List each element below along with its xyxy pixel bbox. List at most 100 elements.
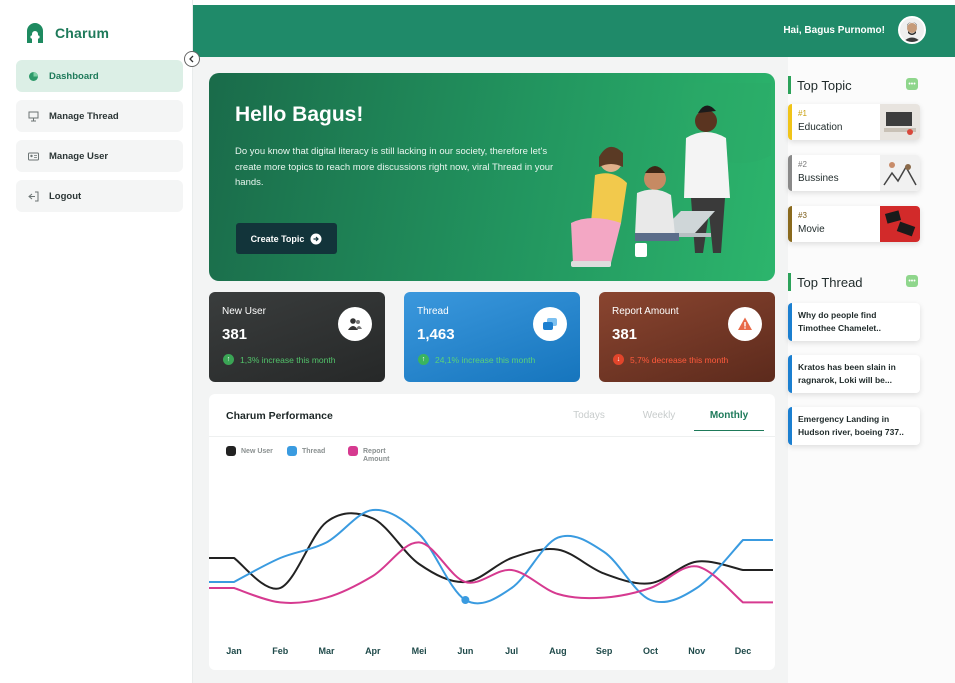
performance-title: Charum Performance: [226, 410, 333, 422]
arrow-down-icon: ↓: [613, 354, 624, 365]
charum-logo-icon: [27, 23, 43, 43]
topic-card-movie[interactable]: #3 Movie: [788, 206, 920, 242]
accent-bar: [788, 303, 792, 341]
x-tick-label: Jan: [226, 646, 242, 656]
topic-name: Bussines: [798, 173, 839, 184]
thread-card[interactable]: Kratos has been slain in ragnarok, Loki …: [788, 355, 920, 393]
sidebar-item-dashboard[interactable]: Dashboard: [16, 60, 183, 92]
top-thread-title: Top Thread: [797, 274, 863, 290]
sidebar-item-label: Logout: [49, 190, 82, 202]
top-bar: Hai, Bagus Purnomo!: [193, 5, 955, 57]
x-tick-label: Sep: [596, 646, 613, 656]
x-tick-label: Oct: [643, 646, 658, 656]
avatar[interactable]: [898, 16, 926, 44]
topic-name: Education: [798, 122, 843, 133]
legend-item-new-user[interactable]: New User: [226, 446, 275, 464]
x-tick-label: Mei: [412, 646, 427, 656]
stat-note: ↓ 5,7% decrease this month: [613, 354, 728, 365]
topic-rank: #2: [798, 160, 807, 169]
create-topic-button[interactable]: Create Topic: [236, 223, 337, 254]
performance-chart: Jan Feb Mar Apr Mei Jun Jul Aug Sep Oct Nov Dec: [209, 508, 773, 656]
series-line-new-user[interactable]: [209, 512, 773, 590]
app-root: Charum Dashboard Manage Thread Manage Us…: [0, 0, 955, 683]
accent-bar: [788, 407, 792, 445]
user-avatar-icon: [900, 18, 924, 42]
brand[interactable]: Charum: [24, 22, 109, 44]
legend-label: Report Amount: [363, 448, 390, 463]
warning-icon: [728, 307, 762, 341]
accent-bar: [788, 104, 792, 140]
thread-card[interactable]: Why do people find Timothee Chamelet..: [788, 303, 920, 341]
arrow-right-circle-icon: [310, 233, 322, 244]
more-icon[interactable]: •••: [906, 275, 918, 287]
thread-title: Emergency Landing in Hudson river, boein…: [798, 414, 904, 437]
topic-card-education[interactable]: #1 Education: [788, 104, 920, 140]
topic-name: Movie: [798, 224, 825, 235]
x-tick-label: Nov: [688, 646, 705, 656]
x-tick-label: Mar: [319, 646, 336, 656]
chat-bubbles-icon: [533, 307, 567, 341]
hero-title: Hello Bagus!: [235, 103, 364, 126]
id-card-icon: [28, 151, 39, 162]
brand-name: Charum: [55, 25, 110, 41]
thread-title: Why do people find Timothee Chamelet..: [798, 310, 881, 333]
sidebar-item-label: Manage Thread: [49, 110, 119, 122]
hero-illustration: [571, 83, 771, 267]
x-tick-label: Jul: [505, 646, 518, 656]
topic-rank: #1: [798, 109, 807, 118]
sidebar-item-label: Dashboard: [49, 70, 99, 82]
topic-rank: #3: [798, 211, 807, 220]
tab-weekly[interactable]: Weekly: [624, 410, 694, 431]
accent-bar: [788, 273, 791, 291]
tab-todays[interactable]: Todays: [554, 410, 624, 431]
stat-note-text: 5,7% decrease this month: [630, 354, 729, 365]
stat-card-report-amount[interactable]: Report Amount 381 ↓ 5,7% decrease this m…: [599, 292, 775, 382]
accent-bar: [788, 355, 792, 393]
performance-tabs: Todays Weekly Monthly: [554, 410, 764, 431]
stat-label: Report Amount: [612, 306, 679, 317]
users-icon: [338, 307, 372, 341]
create-topic-label: Create Topic: [250, 233, 305, 244]
sidebar-item-logout[interactable]: Logout: [16, 180, 183, 212]
chart-legend: New User Thread Report Amount: [226, 446, 397, 464]
sidebar-item-manage-user[interactable]: Manage User: [16, 140, 183, 172]
more-icon[interactable]: •••: [906, 78, 918, 90]
stat-note: ↑ 24,1% increase this month: [418, 354, 535, 365]
sidebar-nav: Dashboard Manage Thread Manage User Logo…: [16, 60, 183, 220]
pie-chart-icon: [28, 71, 39, 82]
stat-note-text: 24,1% increase this month: [435, 354, 536, 365]
legend-label: Thread: [302, 448, 326, 455]
top-topic-header: Top Topic: [788, 76, 852, 94]
data-point[interactable]: [461, 596, 470, 604]
stat-value: 381: [612, 326, 638, 343]
performance-panel: Charum Performance Todays Weekly Monthly…: [209, 394, 775, 670]
tab-monthly[interactable]: Monthly: [694, 410, 764, 431]
sidebar-item-manage-thread[interactable]: Manage Thread: [16, 100, 183, 132]
stat-value: 1,463: [417, 326, 455, 343]
sidebar-item-label: Manage User: [49, 150, 109, 162]
stat-card-new-user[interactable]: New User 381 ↑ 1,3% increase this month: [209, 292, 385, 382]
thread-title: Kratos has been slain in ragnarok, Loki …: [798, 362, 896, 385]
sidebar: Charum Dashboard Manage Thread Manage Us…: [0, 0, 193, 683]
x-tick-label: Dec: [735, 646, 752, 656]
stat-card-thread[interactable]: Thread 1,463 ↑ 24,1% increase this month: [404, 292, 580, 382]
topic-card-bussines[interactable]: #2 Bussines: [788, 155, 920, 191]
x-tick-label: Aug: [549, 646, 567, 656]
top-topic-title: Top Topic: [797, 77, 852, 93]
accent-bar: [788, 206, 792, 242]
legend-label: New User: [241, 448, 273, 455]
sidebar-collapse-button[interactable]: [184, 51, 200, 67]
legend-item-report-amount[interactable]: Report Amount: [348, 446, 397, 464]
series-line-thread[interactable]: [209, 508, 773, 605]
chevron-left-icon: [189, 55, 194, 63]
user-greeting: Hai, Bagus Purnomo!: [783, 25, 885, 36]
arrow-up-icon: ↑: [223, 354, 234, 365]
legend-item-thread[interactable]: Thread: [287, 446, 336, 464]
hero-text: Do you know that digital literacy is sti…: [235, 146, 554, 188]
thread-card[interactable]: Emergency Landing in Hudson river, boein…: [788, 407, 920, 445]
legend-swatch: [348, 446, 358, 456]
stat-note: ↑ 1,3% increase this month: [223, 354, 335, 365]
stat-note-text: 1,3% increase this month: [240, 354, 336, 365]
x-tick-label: Apr: [365, 646, 381, 656]
accent-bar: [788, 76, 791, 94]
